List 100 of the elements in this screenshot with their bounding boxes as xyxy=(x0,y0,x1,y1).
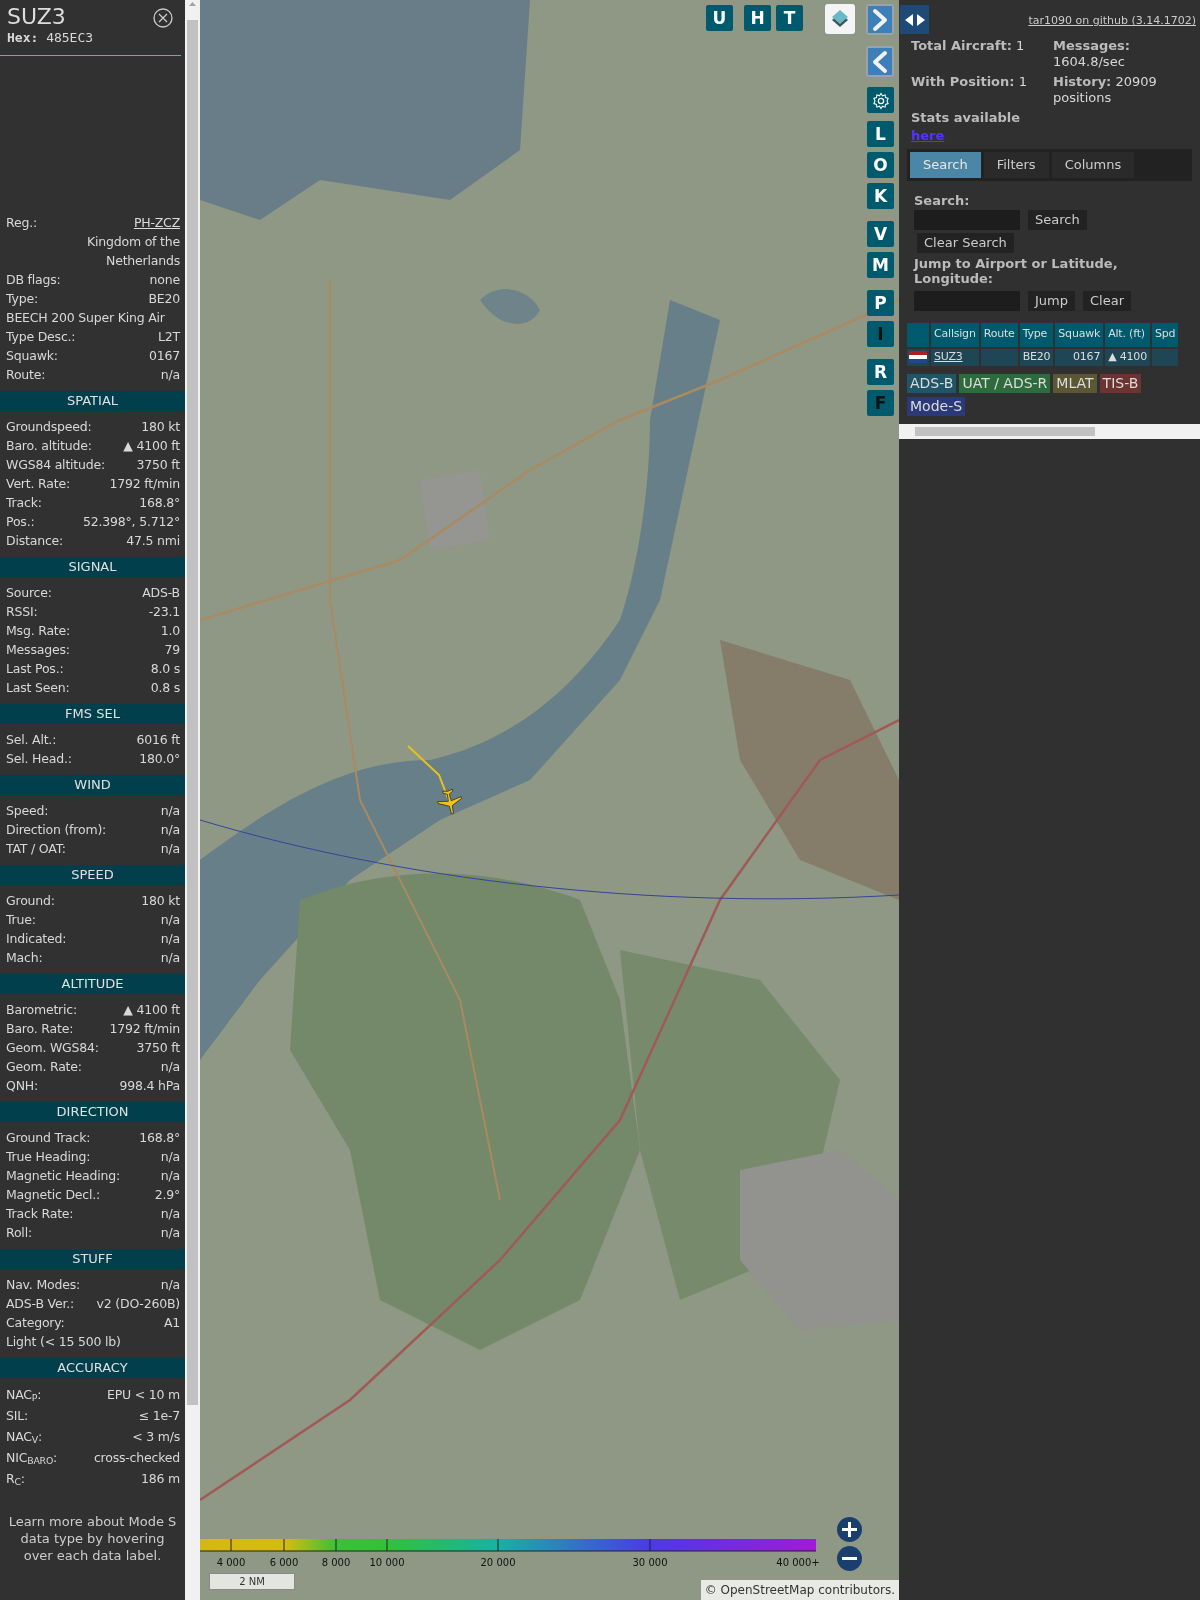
altitude-label: 30 000 xyxy=(632,1556,668,1570)
detail-label: R$_{C}$: xyxy=(6,1470,25,1489)
table-header-cell xyxy=(907,322,929,347)
column-header[interactable]: Route xyxy=(980,322,1018,347)
altitude-label: 8 000 xyxy=(321,1556,351,1570)
jump-button[interactable]: Jump xyxy=(1028,290,1075,311)
settings-button[interactable] xyxy=(867,87,894,113)
detail-label: Sel. Head.: xyxy=(6,750,72,768)
detail-label: NAC$_{P}$: xyxy=(6,1386,42,1405)
detail-label: Indicated: xyxy=(6,930,67,948)
detail-value: n/a xyxy=(160,840,180,858)
map-toggle-button[interactable]: V xyxy=(867,221,894,247)
detail-value: 186 m xyxy=(141,1470,180,1488)
search-button[interactable]: Search xyxy=(1028,209,1087,230)
detail-label: Geom. WGS84: xyxy=(6,1039,99,1057)
detail-value: 1.0 xyxy=(160,622,180,640)
detail-label: QNH: xyxy=(6,1077,38,1095)
detail-value: < 3 m/s xyxy=(132,1428,180,1446)
detail-label: Barometric: xyxy=(6,1001,77,1019)
stats-text: Stats available xyxy=(910,110,1022,126)
detail-value: ▲ 4100 ft xyxy=(123,1001,180,1019)
detail-text: BEECH 200 Super King Air xyxy=(6,309,165,327)
detail-value: 47.5 nmi xyxy=(126,532,180,550)
jump-label: Jump to Airport or Latitude, Longitude: xyxy=(912,255,1119,286)
detail-value: 180 kt xyxy=(141,892,180,910)
detail-value: 168.8° xyxy=(139,1129,180,1147)
section-header: WIND xyxy=(0,775,185,795)
detail-value: 52.398°, 5.712° xyxy=(83,513,180,531)
source-tag: TIS-B xyxy=(1099,373,1142,393)
detail-label: NIC$_{BARO}$: xyxy=(6,1449,58,1468)
layers-button[interactable] xyxy=(825,4,855,34)
clear-button[interactable]: Clear xyxy=(1083,290,1131,311)
search-label: Search: xyxy=(913,192,971,208)
detail-value: none xyxy=(149,271,180,289)
registration-link[interactable]: PH-ZCZ xyxy=(133,213,180,232)
hex-code: Hex: 485EC3 xyxy=(7,30,94,46)
column-header[interactable]: Spd xyxy=(1151,322,1179,347)
detail-value: n/a xyxy=(160,930,180,948)
github-link[interactable]: tar1090 on github (3.14.1702) xyxy=(1028,13,1196,30)
detail-label: Magnetic Heading: xyxy=(6,1167,121,1185)
detail-label: Pos.: xyxy=(6,513,35,531)
stat-text: Total Aircraft: 1 xyxy=(911,38,1026,55)
detail-value: L2T xyxy=(158,328,180,346)
map-toggle-button[interactable]: H xyxy=(744,5,771,31)
map-toggle-button[interactable]: T xyxy=(776,5,803,31)
scrollbar[interactable] xyxy=(899,424,1200,439)
detail-label: Category: xyxy=(6,1314,65,1332)
collapse-button[interactable] xyxy=(866,46,894,77)
map-toggle-button[interactable]: R xyxy=(867,359,894,385)
attribution-link[interactable]: OpenStreetMap xyxy=(720,1583,815,1597)
detail-label: Ground Track: xyxy=(6,1129,91,1147)
section-header: SIGNAL xyxy=(0,557,185,577)
map-toggle-button[interactable]: K xyxy=(867,183,894,209)
column-header[interactable]: Alt. (ft) xyxy=(1105,322,1150,347)
detail-label: Vert. Rate: xyxy=(6,475,70,493)
column-header[interactable]: Type xyxy=(1019,322,1054,347)
detail-label: ADS-B Ver.: xyxy=(6,1295,74,1313)
detail-value: n/a xyxy=(160,1148,180,1166)
detail-value: 6016 ft xyxy=(136,731,180,749)
altitude-label: 20 000 xyxy=(480,1556,516,1570)
detail-label: Track: xyxy=(6,494,42,512)
detail-label: Speed: xyxy=(6,802,49,820)
detail-label: Mach: xyxy=(6,949,43,967)
map-toggle-button[interactable]: P xyxy=(867,290,894,316)
tab[interactable]: Columns xyxy=(1051,151,1135,178)
section-header: ALTITUDE xyxy=(0,974,185,994)
detail-label: Track Rate: xyxy=(6,1205,74,1223)
detail-label: Squawk: xyxy=(6,347,58,365)
section-header: STUFF xyxy=(0,1249,185,1269)
detail-label: Source: xyxy=(6,584,52,602)
detail-label: Groundspeed: xyxy=(6,418,92,436)
scrollbar[interactable] xyxy=(185,0,200,1600)
clear-search-button[interactable]: Clear Search xyxy=(917,232,1014,253)
detail-value: -23.1 xyxy=(148,603,180,621)
column-header[interactable]: Squawk xyxy=(1055,322,1104,347)
tab[interactable]: Filters xyxy=(983,151,1049,178)
map-toggle-button[interactable]: L xyxy=(867,121,894,147)
source-tag: UAT / ADS-R xyxy=(959,373,1051,393)
detail-value: BE20 xyxy=(148,290,180,308)
detail-value: n/a xyxy=(160,366,180,384)
detail-value: n/a xyxy=(160,821,180,839)
detail-label: Last Seen: xyxy=(6,679,70,697)
detail-value: 1792 ft/min xyxy=(109,1020,180,1038)
close-icon[interactable] xyxy=(153,8,173,28)
detail-value: 3750 ft xyxy=(136,456,180,474)
aircraft-icon[interactable] xyxy=(436,788,464,816)
detail-label: Type: xyxy=(6,290,38,308)
altitude-label: 10 000 xyxy=(369,1556,405,1570)
map-toggle-button[interactable]: O xyxy=(867,152,894,178)
expand-button[interactable] xyxy=(866,4,894,35)
map-toggle-button[interactable]: M xyxy=(867,252,894,278)
detail-label: Roll: xyxy=(6,1224,32,1242)
column-header[interactable]: Callsign xyxy=(931,322,979,347)
panel-toggle-button[interactable] xyxy=(900,5,929,34)
detail-label: TAT / OAT: xyxy=(6,840,66,858)
detail-value: A1 xyxy=(163,1314,180,1332)
source-tag: MLAT xyxy=(1053,373,1097,393)
detail-value: 0.8 s xyxy=(150,679,180,697)
map-toggle-button[interactable]: U xyxy=(706,5,733,31)
section-header: SPEED xyxy=(0,865,185,885)
